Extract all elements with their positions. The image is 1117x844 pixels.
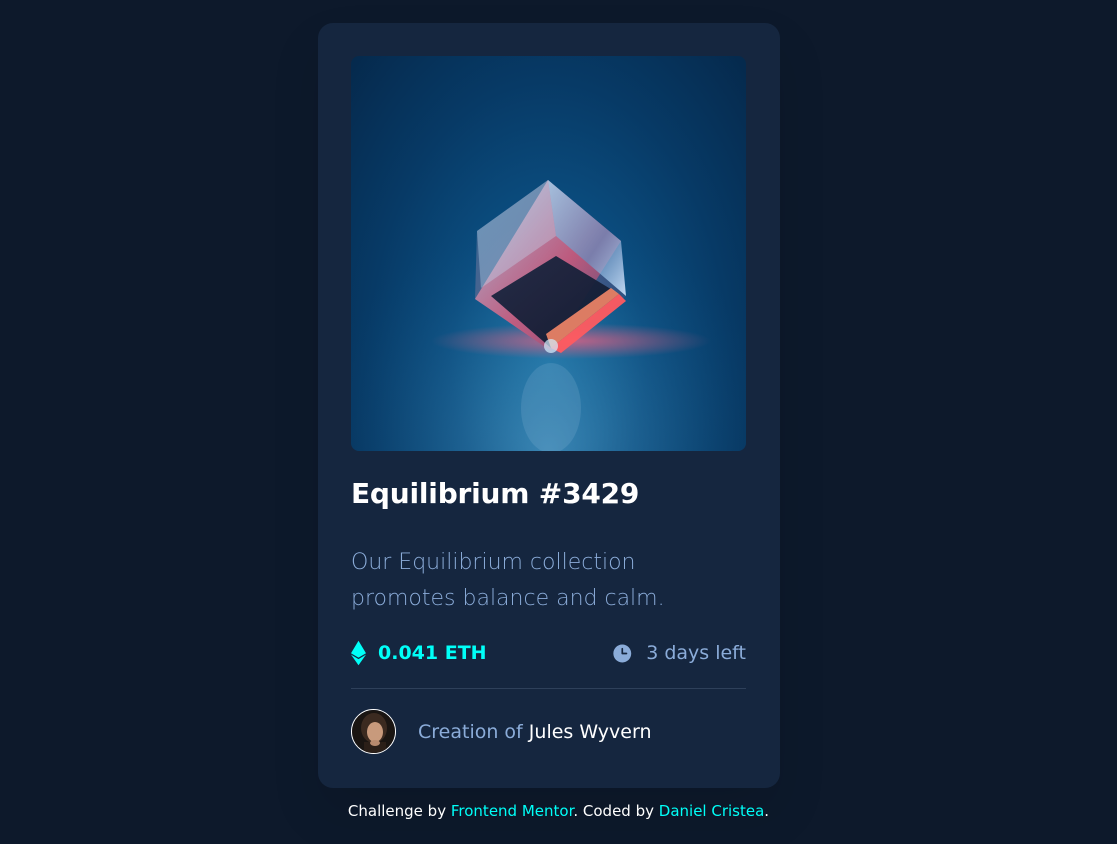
cube-artwork (351, 56, 746, 451)
creator-text: Creation of Jules Wyvern (418, 721, 652, 743)
avatar (351, 709, 396, 754)
clock-icon (613, 644, 632, 663)
creator-prefix: Creation of (418, 720, 523, 743)
time-left-group: 3 days left (613, 638, 746, 668)
creator-row: Creation of Jules Wyvern (351, 708, 652, 755)
nft-card: Equilibrium #3429 Our Equilibrium collec… (318, 23, 780, 788)
attribution-suffix: . (764, 802, 770, 820)
attribution: Challenge by Frontend Mentor. Coded by D… (0, 802, 1117, 820)
nft-description: Our Equilibrium collection promotes bala… (351, 550, 665, 611)
attribution-middle: . Coded by (573, 802, 654, 820)
author-link[interactable]: Daniel Cristea (659, 802, 765, 820)
price-group: 0.041 ETH (351, 638, 487, 668)
ethereum-icon (351, 640, 366, 666)
time-left-value: 3 days left (646, 642, 746, 664)
nft-title[interactable]: Equilibrium #3429 (351, 477, 639, 510)
frontend-mentor-link[interactable]: Frontend Mentor (451, 802, 574, 820)
nft-meta-row: 0.041 ETH 3 days left (351, 638, 746, 668)
price-value: 0.041 ETH (378, 642, 487, 664)
nft-image[interactable] (351, 56, 746, 451)
divider (351, 688, 746, 689)
attribution-prefix: Challenge by (347, 802, 447, 820)
creator-name-link[interactable]: Jules Wyvern (529, 721, 652, 743)
